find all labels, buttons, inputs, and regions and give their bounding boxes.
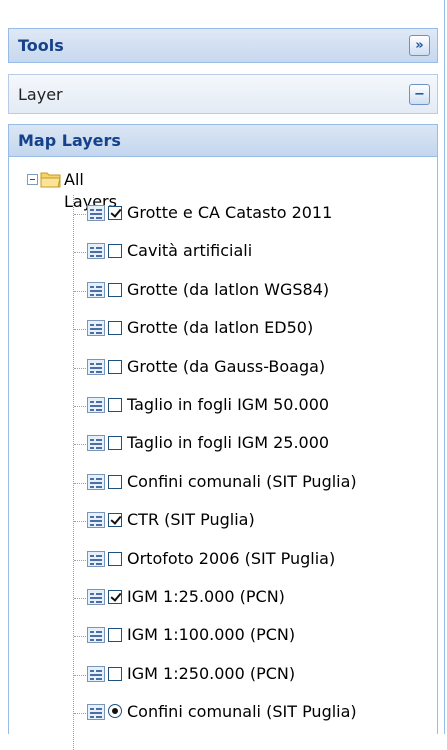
tree-connector — [74, 367, 86, 369]
layer-row[interactable]: Taglio in fogli IGM 50.000 — [9, 393, 429, 419]
layer-checkbox[interactable] — [108, 206, 122, 220]
layer-leaf-icon — [87, 665, 105, 682]
layer-label: Taglio in fogli IGM 50.000 — [127, 395, 330, 414]
tree-connector — [74, 674, 86, 676]
layer-leaf-icon — [87, 550, 105, 567]
layer-header[interactable]: Layer − — [8, 74, 438, 114]
tools-header[interactable]: Tools » — [8, 28, 438, 63]
layer-leaf-icon — [87, 589, 105, 605]
layer-row[interactable]: IGM 1:25.000 (PCN) — [9, 585, 429, 611]
tree-connector — [74, 252, 86, 254]
layer-radio[interactable] — [108, 704, 122, 719]
layer-checkbox[interactable] — [108, 282, 122, 297]
layer-checkbox[interactable] — [108, 666, 122, 681]
layer-label: Taglio in fogli IGM 25.000 — [127, 433, 330, 453]
map-layers-title: Map Layers — [9, 125, 437, 157]
layer-checkbox[interactable] — [108, 628, 122, 643]
tree-connector — [74, 559, 86, 561]
tree-connector — [74, 444, 86, 446]
tree-connector — [74, 521, 86, 523]
layer-leaf-icon — [87, 627, 105, 644]
layer-leaf-icon — [87, 281, 105, 298]
layer-leaf-icon — [87, 473, 105, 490]
layer-checkbox[interactable] — [108, 359, 122, 374]
layer-checkbox[interactable] — [108, 244, 122, 259]
map-layers-panel: Map Layers All Layers Grotte e CA Catast… — [8, 124, 438, 750]
layer-row[interactable]: Grotte (da Gauss-Boaga) — [9, 355, 429, 381]
layer-label: Grotte (da latlon WGS84) — [127, 279, 330, 299]
tree-connector — [74, 329, 86, 331]
layer-row[interactable]: Taglio in fogli IGM 25.000 — [9, 431, 429, 457]
tree-connector — [74, 482, 86, 484]
tree-connector — [74, 636, 86, 638]
layer-checkbox[interactable] — [108, 590, 122, 604]
layer-row[interactable]: Confini comunali (SIT Puglia) — [9, 700, 429, 726]
layer-row[interactable]: Ortofoto 2006 (SIT Puglia) — [9, 547, 429, 573]
tree-connector — [74, 713, 86, 715]
layer-leaf-icon — [87, 512, 105, 529]
layer-checkbox[interactable] — [108, 321, 122, 336]
layer-row[interactable]: Grotte e CA Catasto 2011 — [9, 201, 429, 227]
layer-row[interactable]: Cavità artificiali — [9, 239, 429, 265]
layer-row[interactable]: IGM 1:250.000 (PCN) — [9, 662, 429, 688]
layer-checkbox[interactable] — [108, 474, 122, 489]
layer-label: Grotte (da Gauss-Boaga) — [127, 356, 326, 376]
layer-panel-frame: Tools » Layer − Map Layers All Layers Gr… — [0, 0, 445, 750]
layer-leaf-icon — [87, 435, 105, 452]
layer-leaf-icon — [87, 358, 105, 375]
layer-row[interactable]: CTR (SIT Puglia) — [9, 508, 429, 534]
layer-title: Layer — [18, 84, 63, 104]
layer-checkbox[interactable] — [108, 551, 122, 566]
layer-label: IGM 1:100.000 (PCN) — [127, 625, 296, 645]
layer-label: IGM 1:250.000 (PCN) — [127, 663, 296, 683]
layer-row[interactable]: Grotte (da latlon WGS84) — [9, 278, 429, 304]
layer-leaf-icon — [87, 397, 105, 413]
layer-label: Ortofoto 2006 (SIT Puglia) — [127, 548, 336, 568]
layer-label: CTR (SIT Puglia) — [127, 510, 255, 530]
tree-connector — [74, 598, 86, 599]
layer-label: Cavità artificiali — [127, 241, 253, 261]
layer-leaf-icon — [87, 320, 105, 337]
layer-label: Confini comunali (SIT Puglia) — [127, 471, 357, 491]
layer-row[interactable]: IGM 1:100.000 (PCN) — [9, 623, 429, 649]
layer-label: IGM 1:25.000 (PCN) — [127, 587, 285, 606]
layer-leaf-icon — [87, 205, 105, 221]
layer-label: Confini comunali (SIT Puglia) — [127, 702, 357, 722]
tree-collapse-icon[interactable] — [27, 174, 38, 185]
layer-label: Grotte (da latlon ED50) — [127, 318, 314, 338]
layer-checkbox[interactable] — [108, 436, 122, 451]
tree-connector — [74, 214, 86, 215]
folder-icon — [40, 170, 62, 188]
double-chevron-right-icon[interactable]: » — [409, 35, 430, 56]
tree-connector — [74, 406, 86, 407]
layer-leaf-icon — [87, 243, 105, 260]
layer-checkbox[interactable] — [108, 398, 122, 412]
tools-title: Tools — [18, 36, 64, 55]
layer-label: Grotte e CA Catasto 2011 — [127, 203, 333, 222]
layer-row[interactable]: Confini comunali (SIT Puglia) — [9, 470, 429, 496]
collapse-minus-icon[interactable]: − — [409, 84, 430, 105]
layer-row[interactable]: Grotte (da latlon ED50) — [9, 316, 429, 342]
layer-checkbox[interactable] — [108, 513, 122, 528]
layer-leaf-icon — [87, 704, 105, 721]
tree-connector — [74, 290, 86, 292]
